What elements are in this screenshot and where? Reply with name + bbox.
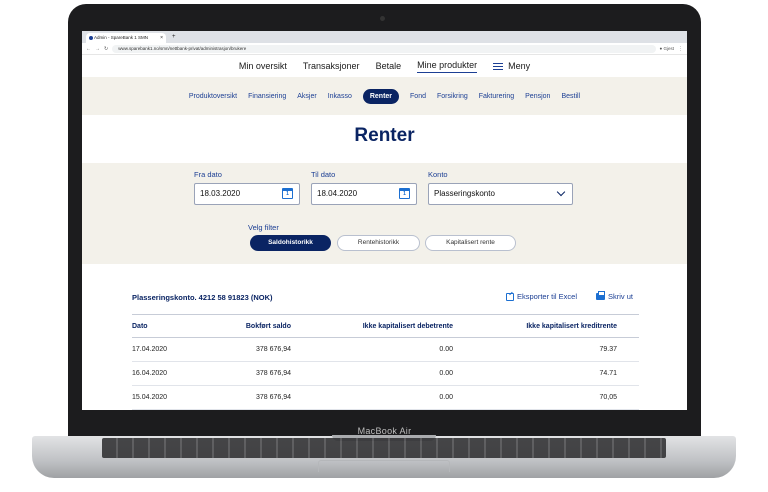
cell-debit-interest: 0.00 xyxy=(439,346,453,353)
page-title: Renter xyxy=(354,125,415,146)
subnav-forsikring[interactable]: Forsikring xyxy=(437,93,468,100)
col-header-dato: Dato xyxy=(132,323,148,330)
nav-transaksjoner[interactable]: Transaksjoner xyxy=(303,61,360,71)
camera xyxy=(380,16,385,21)
browser-tab-strip: Admin - SpareBank 1 SMN × + xyxy=(82,31,687,43)
cell-balance: 378 676,94 xyxy=(255,370,291,377)
subnav-fakturering[interactable]: Fakturering xyxy=(479,93,514,100)
cell-credit-interest: 74.71 xyxy=(599,370,617,377)
filter-label: Velg filter xyxy=(248,223,279,232)
account-label: Konto xyxy=(428,170,448,179)
cell-date: 15.04.2020 xyxy=(132,394,168,401)
cell-date: 16.04.2020 xyxy=(132,370,168,377)
laptop-base xyxy=(32,435,736,478)
filter-saldohistorikk[interactable]: Saldohistorikk xyxy=(250,235,331,251)
print-button[interactable]: Skriv ut xyxy=(596,291,634,301)
nav-min-oversikt[interactable]: Min oversikt xyxy=(239,61,287,71)
browser-menu-icon[interactable]: ⋮ xyxy=(678,46,683,52)
subnav-aksjer[interactable]: Aksjer xyxy=(297,93,316,100)
table-row: 17.04.2020 378 676,94 0.00 79.37 xyxy=(132,338,639,362)
subnav-bestill[interactable]: Bestill xyxy=(561,93,580,100)
filter-panel: Fra dato 18.03.2020 1 Til dato 18.04.202… xyxy=(82,163,687,264)
url-field[interactable]: www.sparebank1.no/smn/nettbank-privat/ad… xyxy=(112,44,656,53)
to-date-value: 18.04.2020 xyxy=(317,189,358,198)
trackpad xyxy=(318,460,450,472)
cell-date: 17.04.2020 xyxy=(132,346,168,353)
cell-debit-interest: 0.00 xyxy=(439,394,453,401)
subnav-produktoversikt[interactable]: Produktoversikt xyxy=(189,93,237,100)
filter-kapitalisert-rente[interactable]: Kapitalisert rente xyxy=(425,235,516,251)
top-navigation: Min oversikt Transaksjoner Betale Mine p… xyxy=(82,55,687,77)
table-row: 15.04.2020 378 676,94 0.00 70,05 xyxy=(132,386,639,410)
hamburger-icon xyxy=(493,62,504,70)
favicon-icon xyxy=(89,36,93,40)
address-bar-row: ← → ↻ www.sparebank1.no/smn/nettbank-pri… xyxy=(82,43,687,55)
product-subnav: Produktoversikt Finansiering Aksjer Inka… xyxy=(82,77,687,115)
subnav-renter[interactable]: Renter xyxy=(362,88,400,104)
export-excel-button[interactable]: Eksporter til Excel xyxy=(506,292,577,301)
from-date-value: 18.03.2020 xyxy=(200,189,241,198)
screen: Admin - SpareBank 1 SMN × + ← → ↻ www.sp… xyxy=(82,31,687,410)
to-date-input[interactable]: 18.04.2020 1 xyxy=(311,183,417,205)
keyboard xyxy=(102,438,666,458)
table-row: 16.04.2020 378 676,94 0.00 74.71 xyxy=(132,362,639,386)
calendar-icon[interactable]: 1 xyxy=(282,188,293,199)
export-icon xyxy=(506,292,514,301)
menu-button[interactable]: Meny xyxy=(493,61,530,71)
print-label: Skriv ut xyxy=(608,292,634,301)
subnav-fond[interactable]: Fond xyxy=(410,93,426,100)
cell-debit-interest: 0.00 xyxy=(439,370,453,377)
table-header: Dato Bokført saldo Ikke kapitalisert deb… xyxy=(132,314,639,338)
browser-tab-title: Admin - SpareBank 1 SMN xyxy=(94,35,149,40)
cell-balance: 378 676,94 xyxy=(255,346,291,353)
filter-rentehistorikk[interactable]: Rentehistorikk xyxy=(337,235,420,251)
col-header-bokfort-saldo: Bokført saldo xyxy=(245,323,291,330)
account-select-value: Plasseringskonto xyxy=(434,189,495,198)
cell-balance: 378 676,94 xyxy=(255,394,291,401)
printer-icon xyxy=(596,291,605,300)
interest-table-section: Plasseringskonto. 4212 58 91823 (NOK) Ek… xyxy=(82,278,687,410)
forward-icon[interactable]: → xyxy=(95,46,100,52)
reload-icon[interactable]: ↻ xyxy=(104,46,108,52)
col-header-debetrente: Ikke kapitalisert debetrente xyxy=(362,323,453,330)
from-date-input[interactable]: 18.03.2020 1 xyxy=(194,183,300,205)
profile-button[interactable]: ● Gjest xyxy=(660,46,674,51)
account-heading: Plasseringskonto. 4212 58 91823 (NOK) xyxy=(132,293,273,302)
close-tab-icon[interactable]: × xyxy=(160,33,163,43)
cell-credit-interest: 79.37 xyxy=(599,346,617,353)
from-date-label: Fra dato xyxy=(194,170,222,179)
chevron-down-icon xyxy=(556,187,566,197)
browser-tab[interactable]: Admin - SpareBank 1 SMN × xyxy=(86,33,166,43)
subnav-finansiering[interactable]: Finansiering xyxy=(248,93,286,100)
new-tab-button[interactable]: + xyxy=(172,32,176,43)
nav-betale[interactable]: Betale xyxy=(376,61,402,71)
to-date-label: Til dato xyxy=(311,170,336,179)
calendar-icon[interactable]: 1 xyxy=(399,188,410,199)
cell-credit-interest: 70,05 xyxy=(599,394,617,401)
menu-label: Meny xyxy=(508,61,531,71)
back-icon[interactable]: ← xyxy=(86,46,91,52)
col-header-kreditrente: Ikke kapitalisert kreditrente xyxy=(526,323,617,330)
nav-mine-produkter[interactable]: Mine produkter xyxy=(417,60,478,73)
export-label: Eksporter til Excel xyxy=(517,292,578,301)
account-select[interactable]: Plasseringskonto xyxy=(428,183,573,205)
subnav-pensjon[interactable]: Pensjon xyxy=(525,93,550,100)
subnav-inkasso[interactable]: Inkasso xyxy=(328,93,352,100)
profile-name: Gjest xyxy=(663,46,674,51)
